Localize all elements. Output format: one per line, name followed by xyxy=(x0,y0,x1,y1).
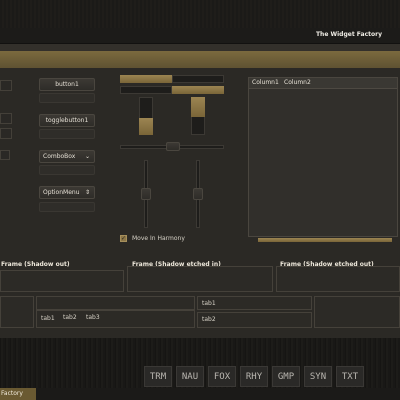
button1-disabled[interactable] xyxy=(39,93,95,103)
left-stepper-3[interactable] xyxy=(0,128,12,139)
move-in-harmony-label: Move In Harmony xyxy=(132,235,185,242)
checkmark-icon: ✓ xyxy=(121,235,127,242)
tab-bottom-3[interactable]: tab3 xyxy=(86,314,100,321)
combobox[interactable]: ComboBox ⌄ xyxy=(39,150,95,163)
dock-item-txt[interactable]: TXT xyxy=(336,366,364,387)
progress-bar-h1 xyxy=(120,75,172,83)
window-title: The Widget Factory xyxy=(315,31,382,38)
optionmenu[interactable]: OptionMenu ⇕ xyxy=(39,186,95,199)
treeview[interactable] xyxy=(248,77,398,237)
optionmenu-disabled[interactable] xyxy=(39,202,95,212)
notebook-left xyxy=(0,296,34,328)
column-header-1[interactable]: Column1 xyxy=(252,79,279,86)
treeview-hscrollbar[interactable] xyxy=(258,238,392,242)
combobox-disabled[interactable] xyxy=(39,165,95,175)
desktop-top-panel xyxy=(0,0,400,28)
frame-etched-in xyxy=(127,266,273,292)
notebook-right xyxy=(314,296,400,328)
dock-item-syn[interactable]: SYN xyxy=(304,366,332,387)
button1[interactable]: button1 xyxy=(39,78,95,91)
dock-item-nau[interactable]: NAU xyxy=(176,366,204,387)
left-stepper-2[interactable] xyxy=(0,113,12,124)
left-stepper-1[interactable] xyxy=(0,80,12,91)
progress-bar-v2 xyxy=(191,97,205,117)
taskbar-item-factory[interactable]: Factory xyxy=(0,388,36,400)
hscale-handle[interactable] xyxy=(166,142,180,151)
taskbar xyxy=(0,388,400,400)
move-in-harmony-checkbox[interactable]: ✓ xyxy=(120,235,127,242)
menubar[interactable] xyxy=(0,51,400,68)
dock-item-gmp[interactable]: GMP xyxy=(272,366,300,387)
frame-shadow-out xyxy=(0,270,124,292)
progress-bar-v1 xyxy=(139,118,153,135)
progress-trough-h1 xyxy=(172,75,224,83)
tab-bottom-2[interactable]: tab2 xyxy=(63,314,77,321)
notebook-bottom-tabs xyxy=(36,310,195,328)
togglebutton1-disabled[interactable] xyxy=(39,129,95,139)
progress-trough-h2 xyxy=(120,86,172,94)
left-entry[interactable] xyxy=(0,150,10,160)
progress-bar-h2 xyxy=(172,86,224,94)
vscale-handle-1[interactable] xyxy=(141,188,151,200)
frame-shadow-out-label: Frame (Shadow out) xyxy=(1,261,70,268)
togglebutton1[interactable]: togglebutton1 xyxy=(39,114,95,127)
tab-side-1[interactable]: tab1 xyxy=(202,300,216,307)
updown-icon: ⇕ xyxy=(84,189,90,196)
frame-etched-out xyxy=(276,266,400,292)
menu-separator xyxy=(0,44,400,51)
dock-item-rhy[interactable]: RHY xyxy=(240,366,268,387)
dock-item-fox[interactable]: FOX xyxy=(208,366,236,387)
tab-bottom-1[interactable]: tab1 xyxy=(41,315,55,322)
column-header-2[interactable]: Column2 xyxy=(284,79,311,86)
notebook-bottom-tabs-top xyxy=(36,296,195,310)
optionmenu-label: OptionMenu xyxy=(43,189,80,196)
combobox-label: ComboBox xyxy=(43,153,76,160)
vscale-handle-2[interactable] xyxy=(193,188,203,200)
tab-side-2[interactable]: tab2 xyxy=(202,316,216,323)
chevron-down-icon: ⌄ xyxy=(84,153,90,160)
dock-item-trm[interactable]: TRM xyxy=(144,366,172,387)
